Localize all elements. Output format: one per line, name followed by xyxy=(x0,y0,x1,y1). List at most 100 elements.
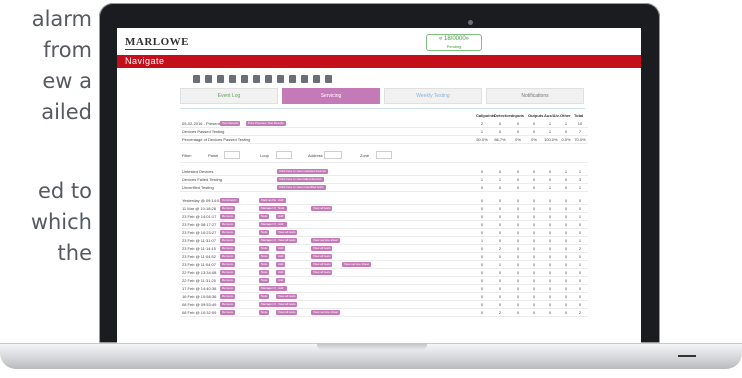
action-tag[interactable]: Remove xyxy=(220,278,236,283)
action-tag[interactable]: Add xyxy=(276,222,286,227)
action-tag[interactable]: Add xyxy=(276,262,286,267)
tab-servicing[interactable]: Servicing xyxy=(282,88,380,104)
action-tag[interactable]: Click here to view failed devices xyxy=(277,177,324,182)
action-tag[interactable]: Note xyxy=(259,278,270,283)
calendar-icon[interactable] xyxy=(229,75,236,83)
action-tag[interactable]: Comments xyxy=(220,198,239,203)
action-tag[interactable]: Note xyxy=(259,294,270,299)
action-tag[interactable]: Remove xyxy=(220,262,236,267)
action-tag[interactable]: Note xyxy=(259,270,270,275)
table-row: Devices Passed Testing 1 0 0 0 1 0 7 xyxy=(180,128,588,136)
action-tag[interactable]: Add xyxy=(276,214,286,219)
area-chart-icon[interactable] xyxy=(325,75,332,83)
cell-value: 7 xyxy=(578,129,582,134)
action-tag[interactable]: Click here to view untested devices xyxy=(277,169,328,174)
action-tag[interactable]: Remove xyxy=(220,214,236,219)
action-tag[interactable]: Add xyxy=(276,286,286,291)
settings-icon[interactable] xyxy=(265,75,272,83)
action-tag[interactable]: Remove xyxy=(220,230,236,235)
action-tag[interactable]: Note xyxy=(259,310,270,315)
cell-value: 2 xyxy=(578,246,582,251)
action-tag[interactable]: Note xyxy=(259,254,270,259)
nav-bar[interactable]: Navigate xyxy=(117,55,641,68)
action-tag[interactable]: Add xyxy=(276,254,286,259)
action-tag[interactable]: Add xyxy=(276,270,286,275)
action-tag[interactable]: Remove xyxy=(220,238,236,243)
action-tag[interactable]: Note xyxy=(259,246,270,251)
row-label: 17 Feb @ 14:40:38 xyxy=(182,286,217,291)
action-tag[interactable]: View all tests xyxy=(276,294,298,299)
navigate-menu[interactable]: Navigate xyxy=(125,56,165,66)
filter-input[interactable] xyxy=(324,151,342,159)
action-tag[interactable]: View all tests xyxy=(311,270,333,275)
action-tag[interactable]: Add xyxy=(276,278,286,283)
expand-icon[interactable] xyxy=(301,75,308,83)
cell-value: 0 xyxy=(480,230,484,235)
action-tag[interactable]: Note xyxy=(259,262,270,267)
laptop-screen: MARLOWE « 18/0000» Pending Navigate Even… xyxy=(117,28,641,343)
action-tag[interactable]: View service sheet xyxy=(342,262,371,267)
action-tag[interactable]: View all tests xyxy=(276,230,298,235)
action-tag[interactable]: Remove xyxy=(220,294,236,299)
print-icon[interactable] xyxy=(205,75,212,83)
action-tag[interactable]: Remove xyxy=(220,246,236,251)
cell-value: 0 xyxy=(516,169,520,174)
search-icon[interactable] xyxy=(289,75,296,83)
action-tag[interactable]: Remove xyxy=(220,286,236,291)
cell-value: 0 xyxy=(532,121,536,126)
cell-value: 0 xyxy=(532,129,536,134)
action-tag[interactable]: Remove xyxy=(220,270,236,275)
row-label: 08 Feb @ 10:32:09 xyxy=(182,310,217,315)
action-tag[interactable]: Remove xyxy=(220,222,236,227)
action-tag[interactable]: Remove xyxy=(220,254,236,259)
action-tag[interactable]: Click here to view unverified tests xyxy=(277,185,326,190)
filter-input[interactable] xyxy=(376,151,392,159)
brand-logo[interactable]: MARLOWE xyxy=(125,36,189,50)
cell-value: 0 xyxy=(548,294,552,299)
action-tag[interactable]: View service sheet xyxy=(311,238,340,243)
refresh-icon[interactable] xyxy=(241,75,248,83)
action-tag[interactable]: Remove xyxy=(220,310,236,315)
cell-value: 0 xyxy=(516,270,520,275)
action-tag[interactable]: Remove xyxy=(220,206,236,211)
bar-chart-icon[interactable] xyxy=(313,75,320,83)
action-tag[interactable]: Note xyxy=(259,230,270,235)
edit-icon[interactable] xyxy=(277,75,284,83)
tab-event-log[interactable]: Event Log xyxy=(180,88,278,104)
action-tag[interactable]: View all tests xyxy=(276,238,298,243)
tab-weekly-testing[interactable]: Weekly Testing xyxy=(384,88,482,104)
table-row: 23 Feb @ 08:17:27 Remove Manager Override A… xyxy=(180,221,588,229)
download-icon[interactable] xyxy=(217,75,224,83)
filter-input[interactable] xyxy=(276,151,292,159)
action-tag[interactable]: Add xyxy=(276,198,286,203)
column-header: Inputs xyxy=(512,113,524,118)
tab-notifications[interactable]: Notifications xyxy=(486,88,584,104)
table-row: 22 Feb @ 13:34:08 Remove Note Add View all t… xyxy=(180,269,588,277)
action-tag[interactable]: Add xyxy=(276,246,286,251)
action-tag[interactable]: View all tests xyxy=(311,254,333,259)
cell-value: 0 xyxy=(564,294,568,299)
filter-input[interactable] xyxy=(224,151,240,159)
cell-value: 0 xyxy=(498,238,502,243)
action-tag[interactable]: View all tests xyxy=(311,246,333,251)
cell-value: 100.0% xyxy=(544,137,558,142)
grid-icon[interactable] xyxy=(193,75,200,83)
cell-value: 1 xyxy=(548,129,552,134)
action-tag[interactable]: View all tests xyxy=(276,310,298,315)
filter-row: Filter: Panel Loop Address Zone xyxy=(180,149,588,163)
action-tag[interactable]: Test Results xyxy=(220,121,241,126)
divider xyxy=(180,108,585,109)
action-tag[interactable]: View all tests xyxy=(276,302,298,307)
action-tag[interactable]: View service sheet xyxy=(311,310,340,315)
action-tag[interactable]: View all tests xyxy=(311,206,333,211)
action-tag[interactable]: View all tests xyxy=(311,262,333,267)
cell-value: 0 xyxy=(480,262,484,267)
column-header: Total xyxy=(574,113,584,118)
action-tag[interactable]: Remove xyxy=(220,302,236,307)
link-icon[interactable] xyxy=(253,75,260,83)
webcam-icon xyxy=(468,20,473,25)
action-tag[interactable]: Print Previous Test Results xyxy=(246,121,286,126)
action-tag[interactable]: Note xyxy=(259,214,270,219)
cell-value: 1 xyxy=(498,262,502,267)
action-tag[interactable]: Note xyxy=(276,206,287,211)
